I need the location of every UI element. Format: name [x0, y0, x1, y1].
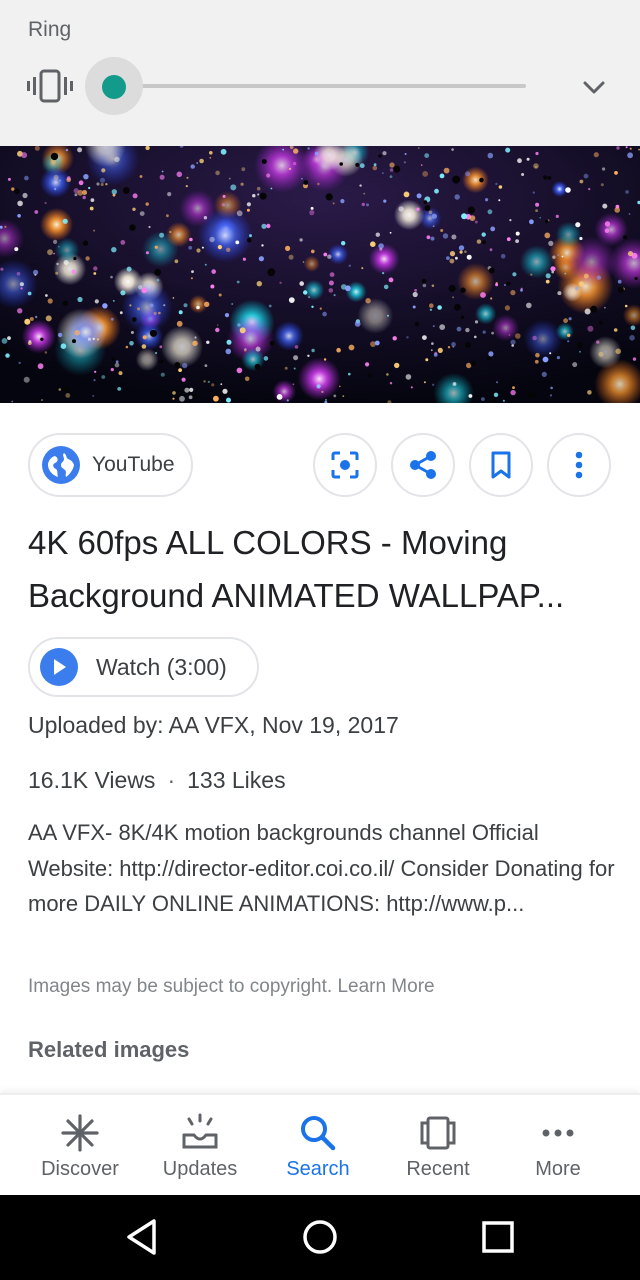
- app-screen: Ring YouTube 4K 60fps ALL COLORS - Movin…: [0, 0, 640, 1280]
- play-icon: [40, 648, 78, 686]
- likes-count: 133 Likes: [187, 767, 286, 793]
- discover-icon: [60, 1113, 100, 1153]
- nav-updates[interactable]: Updates: [136, 1095, 264, 1197]
- nav-more[interactable]: More: [494, 1095, 622, 1197]
- watch-button[interactable]: Watch (3:00): [28, 637, 259, 697]
- nav-label-recent: Recent: [406, 1158, 470, 1180]
- system-navigation-bar: [0, 1195, 640, 1280]
- views-count: 16.1K Views: [28, 767, 156, 793]
- more-horiz-icon: [538, 1113, 578, 1153]
- result-title[interactable]: 4K 60fps ALL COLORS - Moving Background …: [28, 516, 618, 622]
- watch-label: Watch (3:00): [96, 653, 227, 680]
- nav-recent[interactable]: Recent: [374, 1095, 502, 1197]
- source-label: YouTube: [92, 453, 175, 476]
- nav-label-more: More: [535, 1158, 581, 1180]
- video-stats: 16.1K Views · 133 Likes: [28, 767, 286, 794]
- nav-search[interactable]: Search: [254, 1095, 382, 1197]
- share-icon: [410, 451, 436, 479]
- nav-label-search: Search: [286, 1158, 350, 1180]
- lens-button[interactable]: [313, 433, 377, 497]
- related-images-heading: Related images: [28, 1037, 190, 1062]
- copyright-text: Images may be subject to copyright.: [28, 976, 333, 997]
- bookmark-icon: [491, 451, 511, 479]
- more-options-button[interactable]: [547, 433, 611, 497]
- bookmark-button[interactable]: [469, 433, 533, 497]
- bottom-navigation: Discover Updates Search Recent More: [0, 1093, 640, 1195]
- search-icon: [298, 1113, 338, 1153]
- uploaded-by: Uploaded by: AA VFX, Nov 19, 2017: [28, 712, 399, 738]
- volume-slider-thumb[interactable]: [102, 75, 126, 99]
- source-chip[interactable]: YouTube: [28, 433, 193, 497]
- back-icon[interactable]: [120, 1215, 164, 1259]
- stats-separator: ·: [167, 767, 176, 793]
- volume-panel: Ring: [0, 0, 640, 146]
- more-vert-icon: [575, 451, 583, 479]
- copyright-notice: Images may be subject to copyright. Lear…: [28, 976, 435, 998]
- volume-stream-label: Ring: [28, 18, 72, 41]
- overview-icon[interactable]: [476, 1215, 520, 1259]
- lens-icon: [331, 451, 359, 479]
- video-description: AA VFX- 8K/4K motion backgrounds channel…: [28, 820, 615, 916]
- result-image[interactable]: [0, 146, 640, 403]
- nav-discover[interactable]: Discover: [16, 1095, 144, 1197]
- nav-label-updates: Updates: [162, 1158, 238, 1180]
- volume-slider-track[interactable]: [114, 84, 526, 88]
- vibrate-icon[interactable]: [26, 68, 74, 104]
- globe-icon: [42, 446, 80, 484]
- chevron-down-icon[interactable]: [578, 72, 610, 104]
- nav-label-discover: Discover: [41, 1158, 119, 1180]
- learn-more-link[interactable]: Learn More: [337, 976, 434, 997]
- recent-icon: [418, 1113, 458, 1153]
- bokeh-image-art: [0, 146, 640, 403]
- share-button[interactable]: [391, 433, 455, 497]
- updates-icon: [180, 1113, 220, 1153]
- home-icon[interactable]: [298, 1215, 342, 1259]
